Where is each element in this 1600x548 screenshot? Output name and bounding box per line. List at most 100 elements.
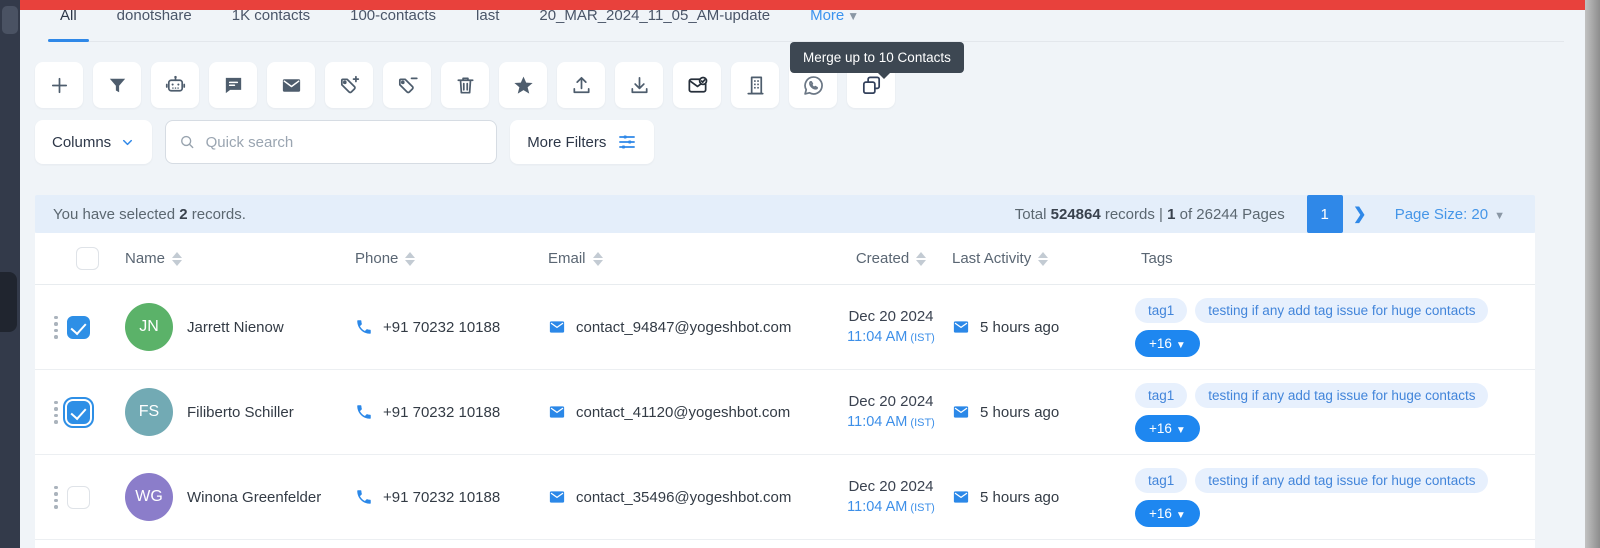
tag-minus-icon (398, 77, 418, 93)
header-tags: Tags (1141, 250, 1173, 267)
tab-1k-contacts[interactable]: 1K contacts (220, 10, 322, 42)
tag-pill[interactable]: tag1 (1135, 297, 1188, 323)
phone-cell[interactable]: +91 70232 10188 (355, 488, 548, 506)
header-last-activity[interactable]: Last Activity (952, 250, 1135, 267)
more-tags-button[interactable]: +16 ▼ (1135, 329, 1200, 357)
download-icon (630, 76, 648, 93)
header-select-cell (35, 247, 125, 270)
remove-tag-button[interactable] (383, 62, 431, 108)
contact-name[interactable]: Winona Greenfelder (187, 489, 321, 506)
phone-icon (357, 320, 371, 334)
tag-pill[interactable]: testing if any add tag issue for huge co… (1195, 467, 1489, 493)
page-size-label: Page Size: 20 (1394, 205, 1489, 223)
tag-pill[interactable]: testing if any add tag issue for huge co… (1195, 297, 1489, 323)
row-checkbox[interactable] (66, 315, 90, 339)
pages-suffix: of 26244 Pages (1175, 205, 1285, 223)
page-size-selector[interactable]: Page Size: 20 ▼ (1395, 206, 1525, 223)
contact-name[interactable]: Filiberto Schiller (187, 404, 294, 421)
sort-icon[interactable] (172, 251, 183, 266)
company-button[interactable] (731, 62, 779, 108)
created-timezone: (IST) (907, 501, 935, 514)
drag-handle[interactable] (54, 400, 58, 424)
plus-icon (51, 77, 67, 93)
page-1-button[interactable]: 1 (1306, 195, 1343, 233)
select-all-checkbox[interactable] (75, 247, 99, 270)
drag-handle[interactable] (54, 485, 58, 509)
more-tags-button[interactable]: +16 ▼ (1135, 499, 1200, 527)
sms-button[interactable] (209, 62, 257, 108)
next-page-button[interactable]: ❯ (1343, 204, 1377, 224)
whatsapp-icon (803, 75, 823, 95)
email-cell[interactable]: contact_41120@yogeshbot.com (548, 403, 830, 421)
tab-more[interactable]: More ▼ (798, 10, 871, 42)
header-email[interactable]: Email (548, 250, 830, 267)
sort-icon[interactable] (1038, 251, 1049, 266)
last-activity-text: 5 hours ago (980, 488, 1060, 506)
table-header-row: Name Phone Email Created Last Activity T… (35, 233, 1535, 285)
tab-100-contacts[interactable]: 100-contacts (338, 10, 448, 42)
more-tags-button[interactable]: +16 ▼ (1135, 414, 1200, 442)
window-right-edge (1585, 0, 1600, 548)
more-filters-label: More Filters (527, 133, 607, 151)
email-cell[interactable]: contact_94847@yogeshbot.com (548, 318, 830, 336)
created-time: 11:04 AM (847, 413, 908, 430)
envelope-icon (549, 321, 565, 333)
phone-icon (357, 490, 371, 504)
phone-cell[interactable]: +91 70232 10188 (355, 403, 548, 421)
table-row: WG Winona Greenfelder +91 70232 10188 co… (35, 455, 1535, 540)
created-date: Dec 20 2024 (848, 392, 934, 410)
row-checkbox[interactable] (66, 485, 90, 509)
contact-name-cell[interactable]: WG Winona Greenfelder (125, 473, 355, 521)
sort-icon[interactable] (405, 251, 416, 266)
table-row: FS Filiberto Schiller +91 70232 10188 co… (35, 370, 1535, 455)
chat-bubble-icon (225, 77, 241, 93)
tab-last[interactable]: last (464, 10, 511, 42)
contact-name[interactable]: Jarrett Nienow (187, 319, 284, 336)
row-checkbox[interactable] (62, 396, 94, 428)
more-filters-button[interactable]: More Filters (510, 120, 655, 164)
actions-toolbar (35, 62, 895, 108)
delete-button[interactable] (441, 62, 489, 108)
star-icon (513, 76, 533, 94)
add-contact-button[interactable] (35, 62, 83, 108)
phone-cell[interactable]: +91 70232 10188 (355, 318, 548, 336)
envelope-icon (953, 321, 969, 333)
building-icon (746, 75, 764, 95)
drag-handle[interactable] (54, 315, 58, 339)
envelope-icon (953, 406, 969, 418)
favorite-button[interactable] (499, 62, 547, 108)
created-time: 11:04 AM (847, 498, 908, 515)
header-phone[interactable]: Phone (355, 250, 548, 267)
trash-icon (456, 76, 474, 94)
sort-icon[interactable] (592, 251, 603, 266)
import-button[interactable] (615, 62, 663, 108)
search-icon (181, 135, 194, 149)
export-button[interactable] (557, 62, 605, 108)
contact-name-cell[interactable]: FS Filiberto Schiller (125, 388, 355, 436)
rail-item-active[interactable] (0, 272, 17, 332)
tag-pill[interactable]: testing if any add tag issue for huge co… (1195, 382, 1489, 408)
sort-icon[interactable] (916, 251, 927, 266)
header-name[interactable]: Name (125, 250, 355, 267)
selection-bar: You have selected 2 records. Total 52486… (35, 195, 1535, 233)
email-verify-button[interactable] (673, 62, 721, 108)
upload-icon (572, 76, 590, 93)
created-date: Dec 20 2024 (848, 307, 934, 325)
tab-donotshare[interactable]: donotshare (105, 10, 204, 42)
created-timezone: (IST) (907, 416, 935, 429)
tab-all[interactable]: All (48, 10, 89, 42)
email-button[interactable] (267, 62, 315, 108)
header-created[interactable]: Created (830, 250, 952, 267)
contact-name-cell[interactable]: JN Jarrett Nienow (125, 303, 355, 351)
tag-pill[interactable]: tag1 (1135, 382, 1188, 408)
add-tag-button[interactable] (325, 62, 373, 108)
filter-button[interactable] (93, 62, 141, 108)
email-cell[interactable]: contact_35496@yogeshbot.com (548, 488, 830, 506)
bot-button[interactable] (151, 62, 199, 108)
rail-item-top[interactable] (2, 6, 18, 34)
search-input[interactable] (205, 133, 484, 151)
columns-button[interactable]: Columns (35, 120, 153, 164)
tab-20-mar-update[interactable]: 20_MAR_2024_11_05_AM-update (527, 10, 782, 42)
tag-pill[interactable]: tag1 (1135, 467, 1188, 493)
total-mid: records | (1100, 205, 1168, 223)
